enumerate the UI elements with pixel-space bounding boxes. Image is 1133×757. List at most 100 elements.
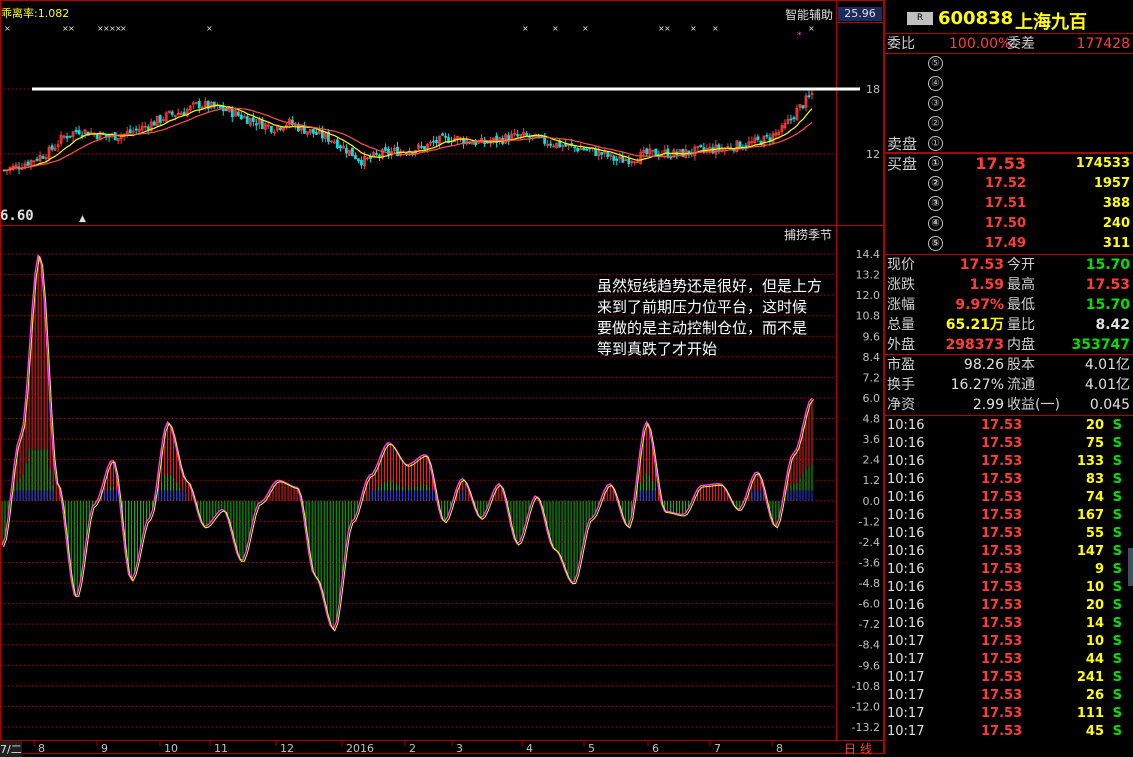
candle-body [573,146,577,149]
tick-side: S [1112,454,1122,469]
tick-volume: 20 [1085,418,1104,433]
candle-body [801,105,805,109]
level-number: ④ [928,216,943,231]
buy-level-row[interactable]: ③ 17.51 388 [885,194,1133,214]
tick-row: 10:16 17.53 14 S [885,615,1133,633]
tick-side: S [1112,616,1122,631]
signal-marker: × [4,24,11,33]
stat-value: 353747 [1071,337,1130,353]
candle-body [600,152,604,155]
x-axis-label: 12 [280,742,294,754]
candle-body [582,147,586,151]
level-number: ⑤ [928,236,943,251]
stat-value: 8.42 [1095,317,1130,333]
r-badge[interactable]: R [907,12,933,25]
buy-level-row[interactable]: ② 17.52 1957 [885,174,1133,194]
stock-header: R 600838 上海九百 [885,0,1133,34]
candle-body [516,134,520,137]
candle-body [792,117,796,120]
tick-side: S [1112,436,1122,451]
buy-level-row[interactable]: ④ 17.50 240 [885,214,1133,234]
stat-value: 298373 [945,337,1004,353]
tick-side: S [1112,652,1122,667]
osc-axis-label: -2.4 [859,536,880,549]
tick-row: 10:16 17.53 147 S [885,543,1133,561]
smart-assist-button[interactable]: 智能辅助 [785,6,833,23]
sell-level-row[interactable]: ⑤ [885,54,1133,74]
bid-volume: 174533 [1075,156,1130,171]
tick-volume: 111 [1076,706,1104,721]
osc-axis-label: -13.2 [852,721,880,734]
signal-marker: × [808,24,815,33]
level-number: ③ [928,196,943,211]
kline-chart[interactable]: 1812× × × × × × ×× × × × × × × × × ×▲*14.413.212.010.89… [0,0,884,754]
candle-body [35,158,39,161]
signal-marker: × [664,24,671,33]
candle-body [594,148,598,156]
tick-scrollbar[interactable] [1128,548,1133,586]
osc-axis-label: 10.8 [856,310,881,323]
weicha-value: 177428 [1076,36,1130,52]
candle-body [444,135,447,138]
sub-chart-title: 捕捞季节 [784,228,833,242]
candle-body [807,95,811,98]
stat-row: 总量 65.21万 量比 8.42 [885,315,1133,335]
sell-level-row[interactable]: ② [885,114,1133,134]
candle-body [525,133,529,136]
chart-area[interactable]: 18 12 × × × × × × × × × × × × × × × × × ▲ * 14.4 13.2 12.0 10.8 9… [0,0,884,757]
candle-body [74,129,78,133]
osc-axis-label: 3.6 [863,433,881,446]
candle-body [549,143,553,146]
stat-label: 最低 [1007,297,1035,313]
candle-body [744,145,748,148]
buy-level-row[interactable]: ⑤ 17.49 311 [885,234,1133,254]
sell-level-row[interactable]: ① [885,134,1133,154]
candle-body [260,119,264,130]
candle-body [654,148,658,157]
candle-body [375,153,378,155]
x-axis-label: 2 [409,742,416,754]
stat-label: 市盈 [887,357,915,373]
candle-body [128,129,132,133]
sell-level-row[interactable]: ③ [885,94,1133,114]
bid-price: 17.49 [984,236,1026,251]
sell-level-row[interactable]: ④ [885,74,1133,94]
period-selector[interactable]: 日线 [844,740,876,757]
tick-volume: 75 [1085,436,1104,451]
tick-price: 17.53 [981,454,1023,469]
tick-volume: 9 [1094,562,1104,577]
signal-marker: × [68,24,75,33]
stat-label: 现价 [887,257,915,273]
candle-body [435,140,438,144]
candle-body [158,115,162,123]
tick-row: 10:16 17.53 55 S [885,525,1133,543]
buy-level-row[interactable]: ① 17.53 174533 [885,154,1133,174]
candle-body [224,108,228,112]
left-tab[interactable]: 7/二 [0,741,22,757]
x-axis-label: 6 [652,742,659,754]
stat-label: 收益(一) [1007,397,1060,413]
level-number: ④ [928,76,943,91]
candle-body [576,147,580,152]
tick-time: 10:17 [887,688,925,703]
stat-value: 15.70 [1085,257,1130,273]
osc-axis-label: -1.2 [859,515,880,528]
price-axis-label: 18 [866,83,880,96]
bid-volume: 388 [1102,196,1130,211]
tick-side: S [1112,724,1122,739]
weibi-label: 委比 [887,36,915,52]
osc-axis-label: -4.8 [859,577,880,590]
candle-body [278,127,282,130]
bid-price: 17.51 [984,196,1026,211]
tick-volume: 10 [1085,634,1104,649]
level-number: ② [928,176,943,191]
tick-row: 10:17 17.53 111 S [885,705,1133,723]
tick-price: 17.53 [981,598,1023,613]
candle-body [441,133,444,136]
x-axis-label: 10 [164,742,178,754]
tick-volume: 167 [1076,508,1104,523]
tick-volume: 44 [1085,652,1104,667]
candle-body [423,146,426,150]
level-number: ⑤ [928,56,943,71]
stat-value: 17.53 [1085,277,1130,293]
